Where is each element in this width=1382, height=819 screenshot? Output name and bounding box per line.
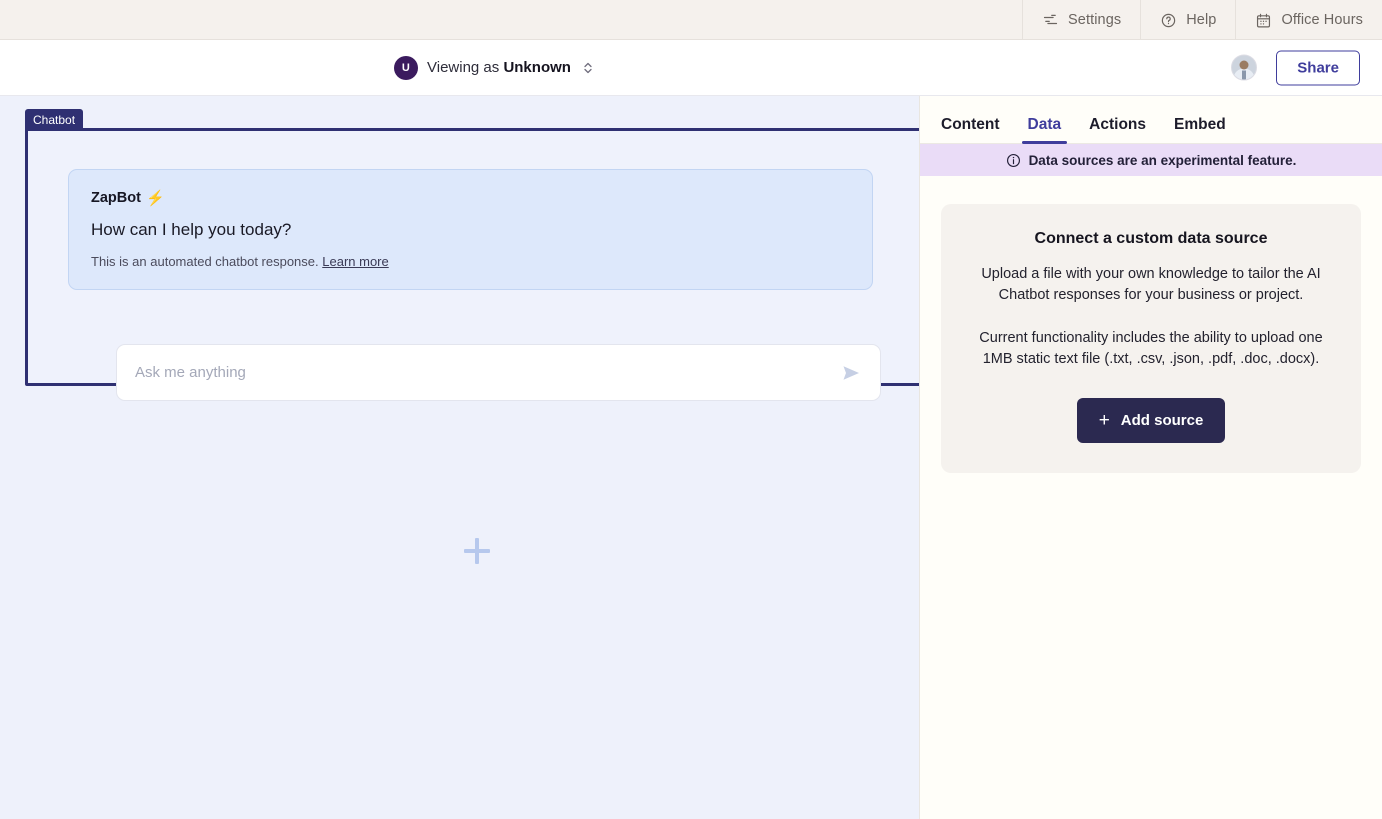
add-block-plus-icon[interactable] (462, 536, 492, 566)
card-title: Connect a custom data source (1034, 230, 1268, 247)
info-circle-icon (1006, 153, 1021, 168)
calendar-icon (1255, 12, 1272, 29)
user-avatar[interactable] (1231, 54, 1258, 81)
add-source-label: Add source (1120, 412, 1204, 430)
chevron-up-down-icon (582, 61, 594, 75)
topbar-item-office-hours[interactable]: Office Hours (1235, 0, 1382, 40)
chat-bubble-title: ZapBot ⚡ (91, 189, 850, 207)
tab-data[interactable]: Data (1014, 116, 1076, 144)
learn-more-link[interactable]: Learn more (322, 254, 388, 269)
question-circle-icon (1160, 12, 1177, 29)
topbar-label-office-hours: Office Hours (1281, 12, 1363, 28)
card-paragraph-1: Upload a file with your own knowledge to… (981, 266, 1321, 304)
panel-tab-bar: Content Data Actions Embed (920, 96, 1382, 144)
chat-bubble-footnote: This is an automated chatbot response. L… (91, 254, 850, 269)
bot-name: ZapBot (91, 190, 141, 206)
send-paper-plane-icon[interactable] (840, 362, 862, 384)
chat-bubble-question: How can I help you today? (91, 220, 292, 239)
tab-actions[interactable]: Actions (1075, 116, 1160, 144)
viewing-context-bar: U Viewing as Unknown Share (0, 40, 1382, 96)
editor-canvas: Chatbot ZapBot ⚡ How can I help you toda… (0, 96, 919, 819)
right-side-panel: Content Data Actions Embed Data sources … (919, 96, 1382, 819)
avatar: U (394, 55, 418, 80)
viewing-as-text: Viewing as Unknown (427, 59, 571, 76)
avatar-tie (1242, 70, 1247, 80)
card-paragraph-2: Current functionality includes the abili… (979, 330, 1323, 368)
app-root: Settings Help Office Hours U Viewing as … (0, 0, 1382, 819)
lightning-bolt-icon: ⚡ (145, 190, 165, 207)
subbar-right-group: Share (1231, 50, 1360, 85)
add-source-button[interactable]: + Add source (1076, 398, 1226, 444)
top-utility-bar: Settings Help Office Hours (0, 0, 1382, 40)
tab-content[interactable]: Content (941, 116, 1014, 144)
experimental-feature-banner: Data sources are an experimental feature… (920, 144, 1382, 176)
viewing-as-selector[interactable]: U Viewing as Unknown (394, 55, 594, 80)
chat-input[interactable] (135, 364, 840, 381)
topbar-item-help[interactable]: Help (1140, 0, 1235, 40)
plus-icon: + (1098, 410, 1110, 432)
chatbot-block[interactable]: Chatbot ZapBot ⚡ How can I help you toda… (25, 109, 919, 401)
viewing-as-prefix: Viewing as (427, 59, 504, 76)
topbar-item-settings[interactable]: Settings (1022, 0, 1140, 40)
tab-embed[interactable]: Embed (1160, 116, 1240, 144)
chat-composer[interactable] (116, 344, 881, 401)
topbar-label-settings: Settings (1068, 12, 1122, 28)
sliders-icon (1042, 12, 1059, 29)
chat-bubble: ZapBot ⚡ How can I help you today? This … (68, 169, 873, 290)
connect-data-source-card: Connect a custom data source Upload a fi… (941, 204, 1361, 474)
topbar-label-help: Help (1186, 12, 1217, 28)
share-button[interactable]: Share (1276, 50, 1360, 85)
avatar-head (1239, 60, 1249, 70)
footnote-text: This is an automated chatbot response. (91, 254, 323, 269)
block-type-tag: Chatbot (25, 109, 84, 131)
experimental-feature-text: Data sources are an experimental feature… (1028, 152, 1297, 168)
viewing-as-value: Unknown (503, 59, 571, 76)
